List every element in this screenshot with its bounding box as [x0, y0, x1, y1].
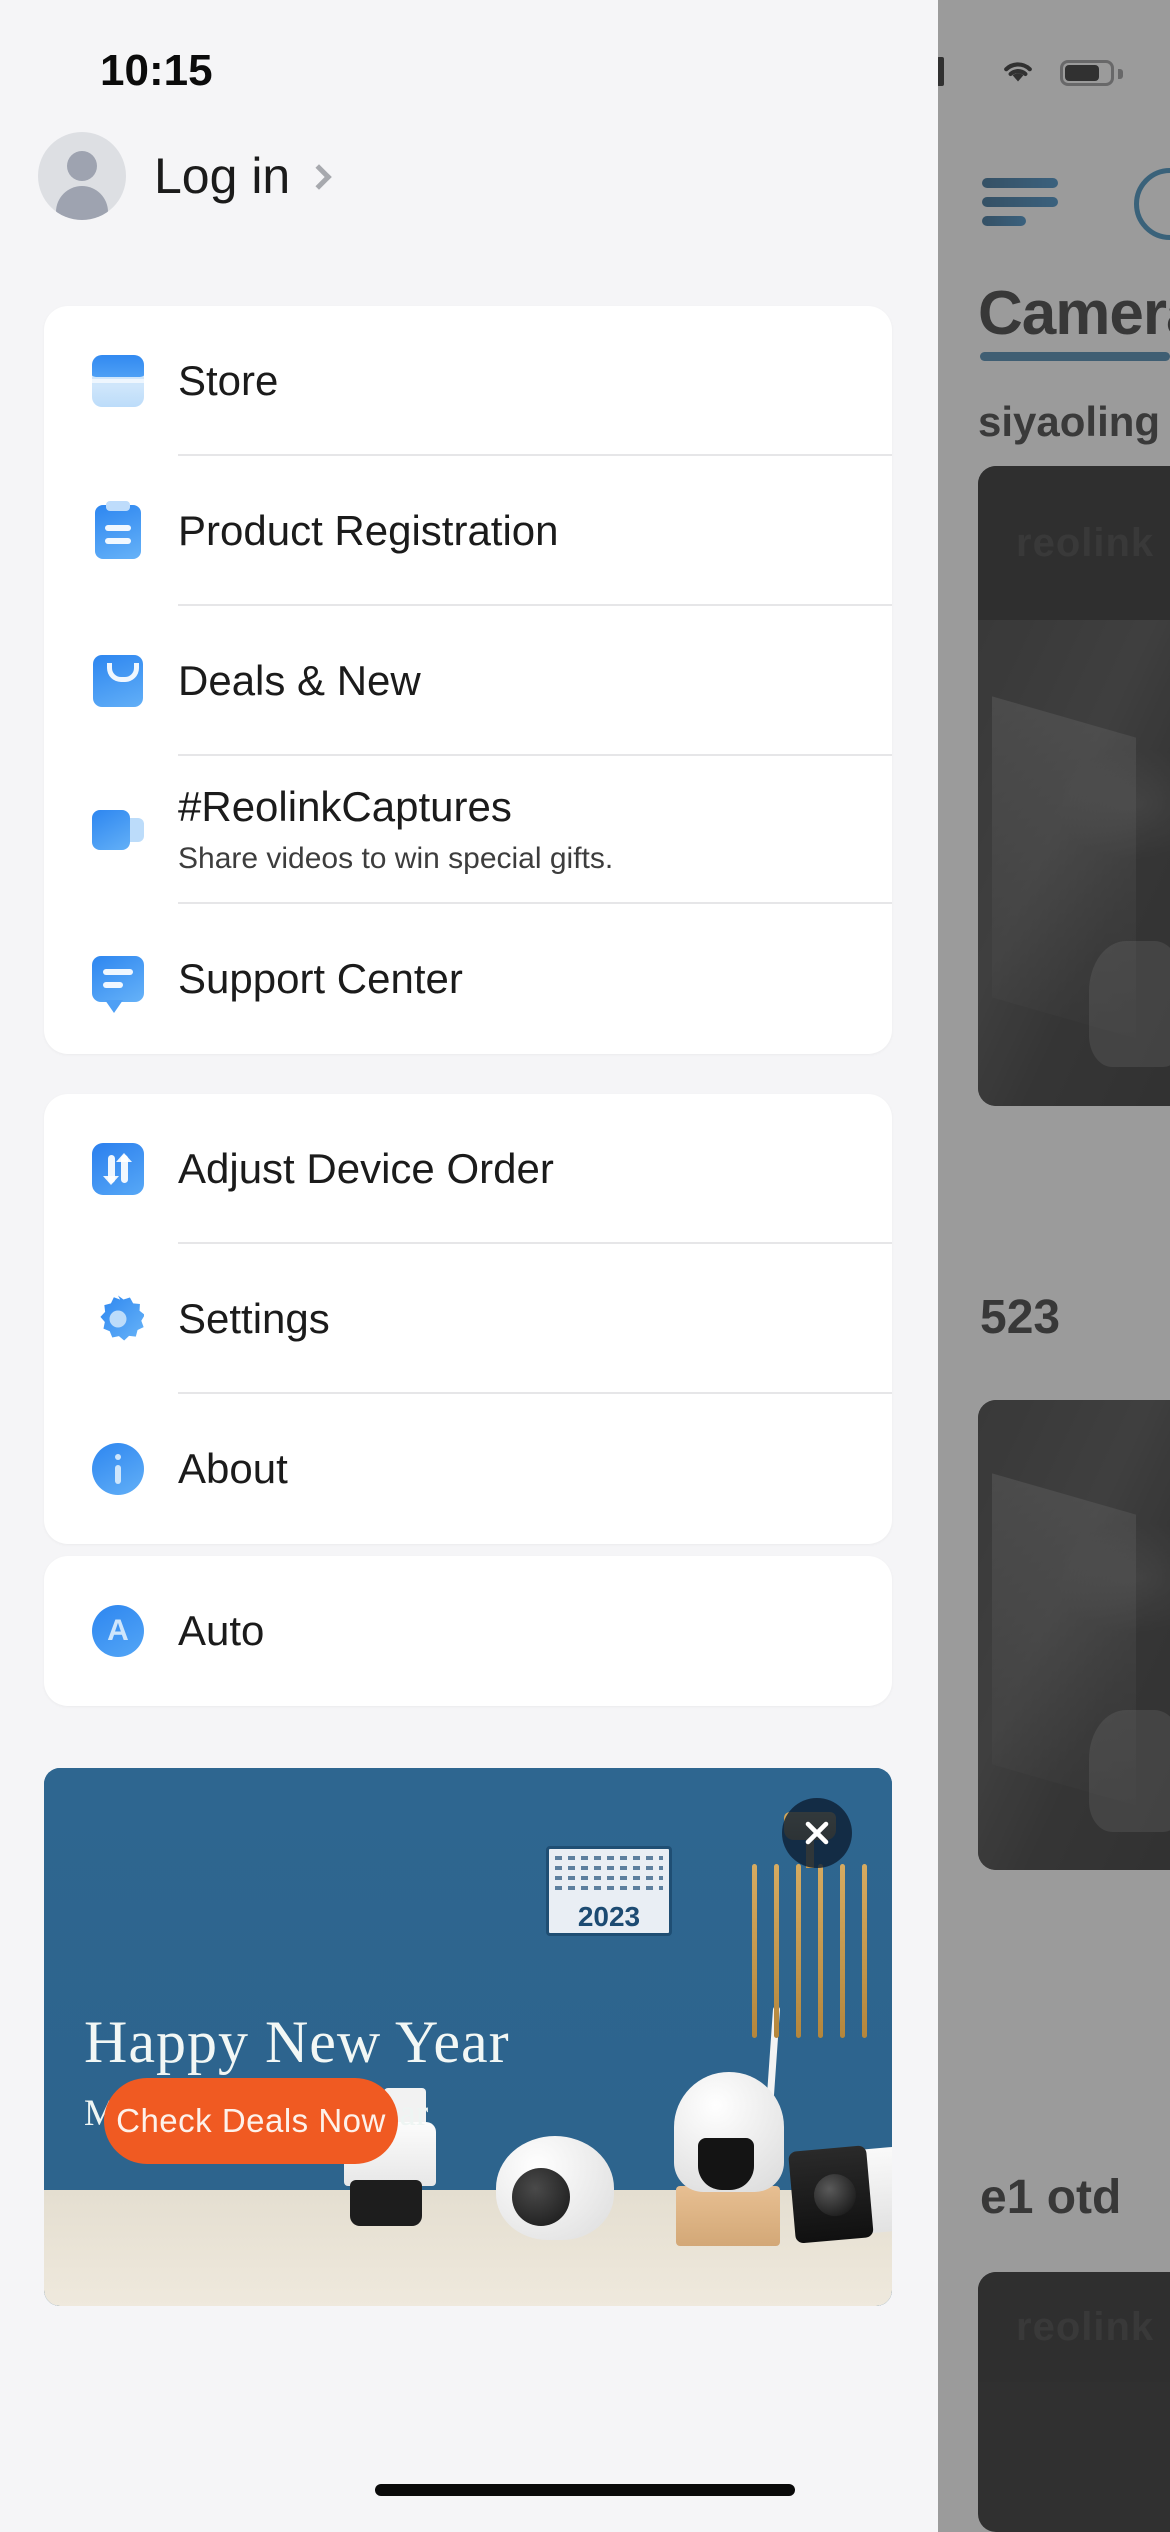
clipboard-icon	[92, 501, 144, 559]
calendar-prop: 2023	[546, 1846, 672, 1936]
menu-item-settings[interactable]: Settings	[44, 1244, 892, 1394]
banner-title: Happy New Year	[84, 2009, 510, 2075]
gear-icon	[92, 1293, 144, 1345]
menu-item-product-registration[interactable]: Product Registration	[44, 456, 892, 606]
menu-item-adjust-device-order[interactable]: Adjust Device Order	[44, 1094, 892, 1244]
menu-group-1: Store Product Registration Deals & New #…	[44, 306, 892, 1054]
menu-item-support-center[interactable]: Support Center	[44, 904, 892, 1054]
menu-item-label: Adjust Device Order	[178, 1145, 554, 1193]
menu-item-label: Settings	[178, 1295, 330, 1343]
menu-item-auto[interactable]: A Auto	[44, 1556, 892, 1706]
info-circle-icon	[92, 1443, 144, 1495]
menu-group-3: A Auto	[44, 1556, 892, 1706]
menu-item-label: Auto	[178, 1607, 265, 1655]
promo-banner[interactable]: 2023 Happy New Year Check Deals Now	[44, 1768, 892, 2306]
dim-overlay[interactable]	[938, 0, 1170, 2532]
home-indicator[interactable]	[375, 2484, 795, 2496]
menu-group-2: Adjust Device Order Settings About	[44, 1094, 892, 1544]
status-bar-clock: 10:15	[100, 46, 213, 95]
side-drawer: 10:15 Log in Store Product Registration …	[0, 0, 938, 2532]
menu-item-deals-and-new[interactable]: Deals & New	[44, 606, 892, 756]
shopping-bag-icon	[92, 655, 144, 707]
menu-item-store[interactable]: Store	[44, 306, 892, 456]
menu-item-label: About	[178, 1445, 288, 1493]
check-deals-now-button[interactable]: Check Deals Now	[104, 2078, 398, 2164]
person-avatar-icon	[38, 132, 126, 220]
cta-label: Check Deals Now	[116, 2102, 386, 2139]
product-indoor-camera	[496, 2136, 614, 2240]
menu-item-about[interactable]: About	[44, 1394, 892, 1544]
menu-item-label: #ReolinkCaptures	[178, 783, 512, 831]
sort-arrows-icon	[92, 1143, 144, 1195]
menu-item-subtitle: Share videos to win special gifts.	[178, 842, 614, 876]
menu-item-label: Product Registration	[178, 507, 559, 555]
calendar-year: 2023	[577, 1901, 641, 1932]
chat-bubble-icon	[92, 953, 144, 1013]
menu-item-label: Store	[178, 357, 279, 405]
store-icon	[92, 355, 144, 407]
video-camera-icon	[92, 804, 144, 856]
login-row[interactable]: Log in	[0, 128, 332, 224]
close-icon[interactable]	[782, 1798, 852, 1868]
phone-screen: Camera siyaoling reolink 523 e1 otd reol…	[0, 0, 1170, 2532]
menu-item-label: Deals & New	[178, 657, 421, 705]
login-label: Log in	[154, 148, 291, 204]
menu-item-reolink-captures[interactable]: #ReolinkCaptures Share videos to win spe…	[44, 756, 892, 904]
chevron-right-icon	[306, 164, 332, 190]
auto-circle-icon: A	[92, 1605, 144, 1657]
status-bar: 10:15	[0, 0, 938, 98]
menu-item-label: Support Center	[178, 955, 463, 1003]
product-box-camera	[788, 2130, 892, 2255]
